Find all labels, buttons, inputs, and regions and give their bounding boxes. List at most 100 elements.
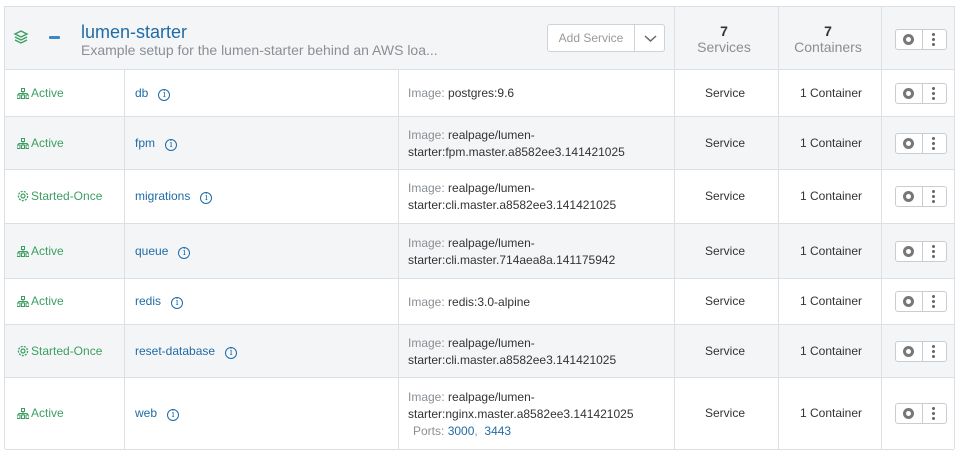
- service-image: Image: redis:3.0-alpine: [408, 294, 668, 311]
- containers-count: 7: [824, 23, 832, 39]
- port-link[interactable]: 3000: [448, 424, 475, 438]
- service-actions: [895, 340, 947, 362]
- service-stop-button[interactable]: [896, 341, 923, 361]
- service-kind: Service: [704, 406, 745, 420]
- service-stop-button[interactable]: [896, 83, 923, 103]
- info-icon[interactable]: i: [167, 409, 180, 421]
- service-state: Active: [16, 86, 64, 100]
- container-count[interactable]: 1 Container: [781, 406, 881, 420]
- service-menu-icon[interactable]: [932, 190, 935, 203]
- info-icon[interactable]: i: [200, 192, 213, 204]
- collapse-icon[interactable]: [49, 36, 60, 39]
- service-name[interactable]: queue: [135, 244, 168, 258]
- sitemap-icon: [16, 87, 30, 99]
- service-menu-icon[interactable]: [932, 136, 935, 150]
- service-name[interactable]: redis: [135, 294, 161, 308]
- stop-icon: [903, 408, 914, 419]
- service-name-link[interactable]: web i: [135, 406, 180, 421]
- stop-icon: [903, 191, 914, 202]
- service-state-label: Active: [31, 294, 64, 308]
- image-label: Image:: [408, 294, 445, 309]
- service-name-link[interactable]: migrations i: [135, 189, 213, 204]
- service-image: Image: realpage/lumen-starter:cli.master…: [408, 180, 668, 214]
- service-image: Image: realpage/lumen-starter:cli.master…: [408, 235, 668, 269]
- service-state-label: Started-Once: [31, 189, 103, 203]
- service-name[interactable]: reset-database: [135, 344, 215, 358]
- stack-stop-button[interactable]: [896, 30, 923, 49]
- service-image: Image: postgres:9.6: [408, 85, 668, 102]
- container-count[interactable]: 1 Container: [781, 189, 881, 203]
- service-kind: Service: [704, 243, 745, 258]
- ports-line: Ports: 3000, 3443: [413, 423, 512, 438]
- info-icon[interactable]: i: [165, 138, 178, 151]
- service-kind: Service: [704, 189, 745, 203]
- service-state-label: Started-Once: [31, 343, 103, 358]
- container-count[interactable]: 1 Container: [781, 294, 881, 308]
- info-icon[interactable]: i: [178, 246, 191, 259]
- stack-description: Example setup for the lumen-starter behi…: [81, 42, 438, 58]
- service-row: Active redis i Image: redis:3.0-alpine Servi…: [5, 279, 954, 325]
- stop-icon: [903, 137, 914, 149]
- service-name-link[interactable]: fpm i: [135, 136, 178, 151]
- container-count[interactable]: 1 Container: [781, 86, 881, 100]
- sitemap-icon: [16, 296, 30, 307]
- service-actions: [895, 403, 947, 424]
- service-image: Image: realpage/lumen-starter:nginx.mast…: [408, 389, 668, 440]
- service-stop-button[interactable]: [896, 133, 923, 153]
- image-label: Image:: [408, 335, 445, 350]
- service-name[interactable]: db: [135, 86, 148, 100]
- stack-panel: lumen-starter Example setup for the lume…: [4, 6, 955, 450]
- stop-icon: [903, 87, 914, 99]
- container-count[interactable]: 1 Container: [781, 136, 881, 150]
- service-state-label: Active: [31, 135, 64, 150]
- image-label: Image:: [408, 127, 445, 142]
- service-name-link[interactable]: queue i: [135, 244, 191, 259]
- service-kind: Service: [704, 343, 745, 358]
- cog-icon: [17, 190, 29, 202]
- add-service-dropdown[interactable]: [634, 24, 665, 52]
- image-label: Image:: [408, 389, 445, 404]
- service-name-link[interactable]: db i: [135, 86, 171, 101]
- info-icon[interactable]: i: [171, 297, 184, 309]
- image-label: Image:: [408, 86, 445, 100]
- stop-icon: [903, 245, 914, 257]
- sitemap-icon: [16, 137, 30, 149]
- container-count[interactable]: 1 Container: [781, 344, 881, 358]
- service-name[interactable]: migrations: [135, 189, 190, 203]
- add-service-button[interactable]: Add Service: [547, 24, 635, 52]
- ports-label: Ports:: [413, 423, 445, 438]
- service-stop-button[interactable]: [896, 187, 923, 206]
- layers-icon: [13, 30, 29, 44]
- image-label: Image:: [408, 181, 445, 195]
- service-stop-button[interactable]: [896, 404, 923, 423]
- service-name[interactable]: fpm: [135, 136, 155, 150]
- cog-icon: [17, 345, 29, 356]
- info-icon[interactable]: i: [158, 88, 171, 101]
- stop-icon: [903, 296, 914, 307]
- info-icon[interactable]: i: [225, 346, 238, 359]
- service-menu-icon[interactable]: [932, 244, 935, 258]
- image-value: redis:3.0-alpine: [448, 294, 531, 309]
- service-kind: Service: [704, 135, 745, 150]
- service-stop-button[interactable]: [896, 292, 923, 311]
- service-menu-icon[interactable]: [932, 86, 935, 100]
- stack-name[interactable]: lumen-starter: [81, 21, 187, 43]
- service-row: Started-Once migrations i Image: realpage/l…: [5, 170, 954, 224]
- container-count[interactable]: 1 Container: [781, 244, 881, 258]
- service-menu-icon[interactable]: [932, 344, 935, 358]
- service-row: Active queue i Image: realpage/lumen-starte…: [5, 224, 954, 279]
- service-name[interactable]: web: [135, 406, 157, 420]
- service-stop-button[interactable]: [896, 241, 923, 261]
- service-name-link[interactable]: reset-database i: [135, 344, 238, 359]
- port-link[interactable]: 3443: [484, 424, 511, 438]
- chevron-down-icon: [644, 35, 657, 43]
- service-menu-icon[interactable]: [932, 407, 935, 420]
- service-state: Active: [16, 244, 64, 258]
- containers-label: Containers: [794, 39, 862, 55]
- service-menu-icon[interactable]: [932, 295, 935, 308]
- service-kind: Service: [704, 294, 745, 308]
- image-label: Image:: [408, 235, 445, 250]
- service-row: Active web i Image: realpage/lumen-starter:…: [5, 378, 954, 450]
- stack-menu-icon[interactable]: [932, 33, 935, 46]
- service-name-link[interactable]: redis i: [135, 294, 184, 309]
